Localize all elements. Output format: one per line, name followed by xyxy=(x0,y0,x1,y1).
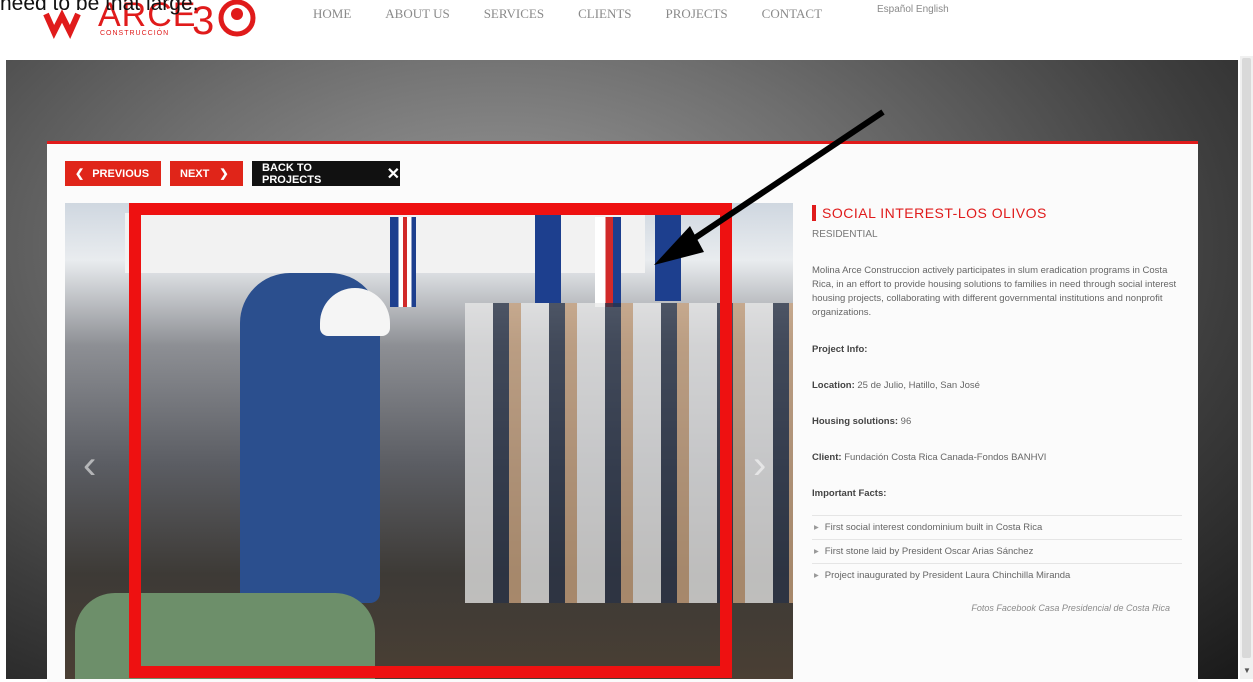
annotation-arrow-icon xyxy=(654,109,885,265)
caption-text: need to be that large. xyxy=(0,0,199,15)
